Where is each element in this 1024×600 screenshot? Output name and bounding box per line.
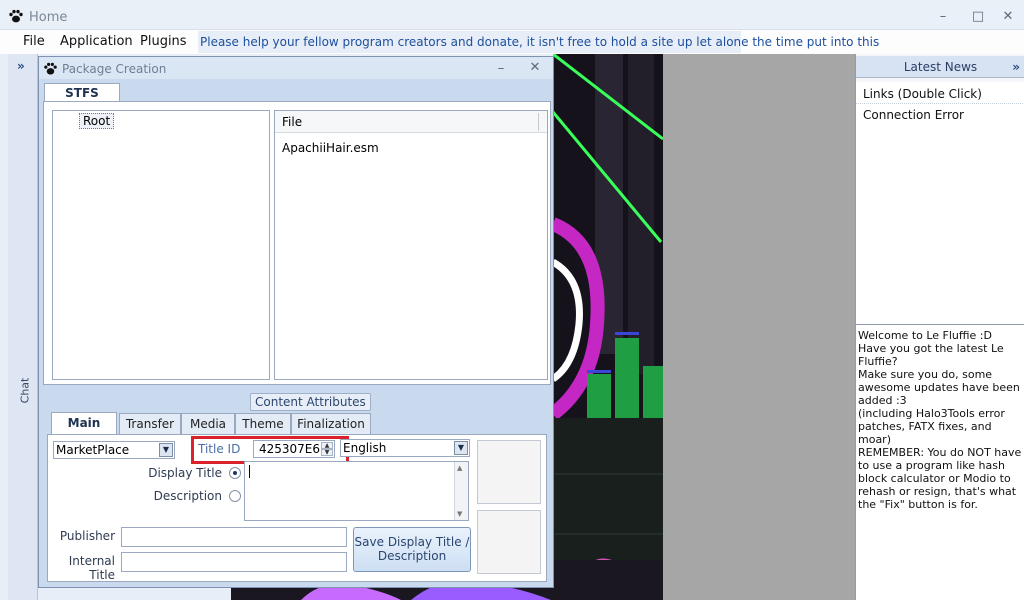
attributes-tabstrip: Main Transfer Media Theme Finalization (47, 412, 547, 435)
main-titlebar: Home – □ ✕ (0, 0, 1024, 30)
scroll-up-icon[interactable]: ▲ (457, 464, 462, 472)
menu-plugins[interactable]: Plugins (140, 34, 187, 49)
package-type-value: MarketPlace (56, 443, 130, 457)
paw-icon (44, 62, 57, 75)
internal-title-label: Internal Title (68, 554, 115, 582)
column-header-file: File (282, 115, 303, 129)
title-id-label: Title ID (198, 442, 241, 456)
spin-up-icon[interactable]: ▲ (321, 442, 333, 449)
news-header[interactable]: Latest News » (856, 56, 1024, 78)
description-radio[interactable] (229, 490, 241, 502)
background-artwork (553, 54, 663, 600)
news-list[interactable]: Links (Double Click) Connection Error (856, 82, 1024, 324)
dialog-tabstrip: STFS (42, 80, 552, 103)
news-message: Welcome to Le Fluffie :D Have you got th… (856, 324, 1024, 600)
tab-finalization[interactable]: Finalization (291, 413, 371, 434)
chat-label: Chat (18, 377, 32, 404)
dialog-titlebar: Package Creation – ✕ (39, 57, 553, 79)
window-title: Home (29, 10, 68, 25)
title-id-value: 425307E6 (259, 442, 321, 456)
close-icon[interactable]: ✕ (525, 60, 545, 76)
tab-theme[interactable]: Theme (235, 413, 291, 434)
main-tab-body: MarketPlace ▼ Title ID 425307E6 ▲ ▼ Engl… (47, 434, 547, 582)
title-image-slot[interactable] (477, 510, 541, 574)
thumbnail-image-slot[interactable] (477, 440, 541, 504)
description-label: Description (153, 489, 222, 503)
minimize-icon[interactable]: – (933, 9, 953, 25)
tab-stfs[interactable]: STFS (44, 83, 120, 103)
column-separator[interactable] (538, 113, 539, 131)
internal-title-input[interactable] (121, 552, 347, 572)
save-display-title-button[interactable]: Save Display Title / Description (353, 527, 471, 572)
language-value: English (343, 441, 387, 455)
tab-media[interactable]: Media (181, 413, 235, 434)
expand-chevron-icon[interactable]: » (1012, 56, 1020, 78)
publisher-input[interactable] (121, 527, 347, 547)
tree-node-root[interactable]: Root (79, 113, 115, 129)
table-row[interactable]: ApachiiHair.esm (282, 141, 379, 155)
scroll-down-icon[interactable]: ▼ (457, 510, 462, 518)
package-creation-dialog: Package Creation – ✕ STFS Root File Apac… (38, 56, 554, 588)
package-type-select[interactable]: MarketPlace ▼ (53, 441, 175, 459)
menu-application[interactable]: Application (60, 34, 133, 49)
menu-file[interactable]: File (23, 34, 45, 49)
publisher-label: Publisher (59, 529, 115, 543)
list-item[interactable]: Connection Error (863, 108, 964, 122)
language-select[interactable]: English ▼ (340, 439, 470, 457)
file-list[interactable]: File ApachiiHair.esm (274, 110, 548, 380)
stfs-tab-body: Root File ApachiiHair.esm (43, 101, 551, 385)
title-id-input[interactable]: 425307E6 ▲ ▼ (253, 440, 335, 458)
display-title-label: Display Title (148, 466, 222, 480)
display-title-radio[interactable] (229, 467, 241, 479)
minimize-icon[interactable]: – (491, 61, 511, 77)
expand-chevron-icon[interactable]: » (17, 59, 25, 73)
paw-icon (9, 9, 23, 23)
chat-sidebar[interactable]: » Chat (8, 54, 38, 600)
donate-banner[interactable]: Please help your fellow program creators… (198, 31, 879, 53)
news-title: Latest News (903, 60, 978, 74)
textarea-scrollbar[interactable]: ▲ ▼ (454, 462, 468, 520)
spin-down-icon[interactable]: ▼ (321, 449, 333, 456)
close-icon[interactable]: ✕ (998, 9, 1018, 25)
file-tree[interactable]: Root (52, 110, 270, 380)
chevron-down-icon[interactable]: ▼ (159, 443, 173, 457)
tab-main[interactable]: Main (51, 412, 117, 435)
dialog-title: Package Creation (62, 62, 167, 76)
chevron-down-icon[interactable]: ▼ (454, 441, 468, 455)
text-caret (249, 465, 250, 478)
content-attributes-label: Content Attributes (250, 393, 371, 411)
workspace-background (663, 54, 855, 600)
artwork-graphic (553, 54, 663, 600)
news-panel: Latest News » Links (Double Click) Conne… (855, 54, 1024, 600)
tab-transfer[interactable]: Transfer (119, 413, 181, 434)
file-column-header[interactable]: File (275, 111, 547, 133)
list-item[interactable]: Links (Double Click) (863, 87, 982, 101)
display-title-textarea[interactable]: ▲ ▼ (244, 461, 469, 521)
maximize-icon[interactable]: □ (968, 9, 988, 25)
